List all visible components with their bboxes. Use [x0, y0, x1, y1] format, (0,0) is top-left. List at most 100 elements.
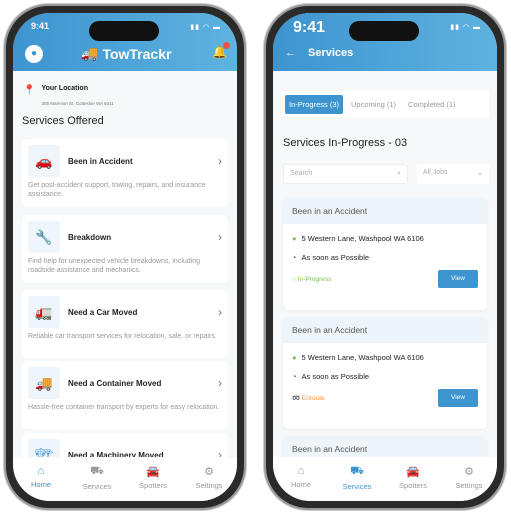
tow-truck-icon: 🚛 [28, 296, 60, 328]
service-desc: Hassle-free container transport by exper… [28, 404, 220, 411]
nav-label: Home [290, 480, 311, 489]
tow-truck-icon: ⛟ [90, 465, 104, 477]
phone-services: 9:41 ▮▮ ◠ ▬ ← Services In-Progress (3) Up… [264, 4, 506, 510]
service-card[interactable]: 🔧 Breakdown › Find help for unexpected vehi… [22, 215, 228, 283]
nav-home[interactable]: ⌂ Home [16, 465, 66, 501]
profile-avatar-icon[interactable]: ● [25, 45, 43, 63]
job-title: Been in an Accident [283, 317, 487, 343]
notification-bell-icon[interactable]: 🔔 [212, 42, 230, 59]
clock-icon: ◔ [292, 372, 297, 381]
nav-label: Spotters [139, 481, 167, 490]
status-tabs: In-Progress (3) Upcoming (1) Completed (… [281, 91, 489, 117]
location-pin-icon: ● [292, 353, 297, 362]
phone-home: 9:41 ▮▮ ◠ ▬ ● 🚚 TowTrackr 🔔 📍 Your Locati… [4, 4, 246, 510]
status-badge: ○ In-Progress [292, 276, 331, 283]
tab-completed[interactable]: Completed (1) [404, 95, 460, 114]
location-label: Your Location [41, 85, 88, 92]
status-badge: ➿ Enroute [292, 394, 325, 402]
service-title: Need a Car Moved [68, 307, 138, 317]
clock-icon: ◔ [292, 253, 297, 262]
car-icon: 🚘 [406, 466, 420, 478]
nav-spotters[interactable]: 🚘 Spotters [128, 465, 178, 501]
nav-services[interactable]: ⛟ Services [332, 465, 382, 501]
nav-label: Services [82, 482, 112, 491]
home-screen: 9:41 ▮▮ ◠ ▬ ● 🚚 TowTrackr 🔔 📍 Your Locati… [13, 13, 237, 501]
brand-name: TowTrackr [102, 45, 172, 62]
view-button[interactable]: View [438, 270, 478, 288]
job-card: Been in an Accident ● 5 Western Lane, Was… [283, 198, 487, 310]
job-time: As soon as Possible [301, 372, 370, 381]
car-crash-icon: 🚗 [28, 145, 60, 177]
gear-icon: ⚙ [204, 466, 214, 478]
dynamic-island [89, 21, 159, 41]
service-card[interactable]: 🚗 Been in Accident › Get post-accident supp… [22, 139, 228, 207]
section-title: Services Offered [22, 115, 104, 127]
app-header: 9:41 ▮▮ ◠ ▬ ← Services [273, 13, 497, 71]
chevron-down-icon: ⌄ [477, 170, 483, 177]
brand-logo: 🚚 TowTrackr [81, 45, 171, 62]
mechanic-icon: 🔧 [28, 221, 60, 253]
back-arrow-icon[interactable]: ← [285, 47, 296, 59]
home-icon: ⌂ [297, 465, 305, 477]
app-header: 9:41 ▮▮ ◠ ▬ ● 🚚 TowTrackr 🔔 [13, 13, 237, 71]
service-desc: Find help for unexpected vehicle breakdo… [28, 258, 200, 274]
in-progress-icon: ○ [292, 275, 296, 283]
status-text: In-Progress [297, 275, 332, 283]
page-title: Services [308, 47, 354, 59]
notification-badge [223, 42, 230, 49]
chevron-right-icon: › [218, 305, 222, 319]
search-input[interactable]: Search ⌕ [283, 164, 408, 184]
status-time: 9:41 [31, 21, 50, 31]
tow-truck-logo-icon: 🚚 [81, 45, 99, 61]
nav-settings[interactable]: ⚙ Settings [444, 465, 494, 501]
nav-label: Home [30, 480, 51, 489]
service-card[interactable]: 🚚 Need a Container Moved › Hassle-free cont… [22, 361, 228, 429]
home-icon: ⌂ [37, 465, 45, 477]
tab-in-progress[interactable]: In-Progress (3) [285, 94, 344, 114]
bottom-nav: ⌂ Home ⛟ Services 🚘 Spotters ⚙ Settings [13, 457, 237, 501]
job-card: Been in an Accident ● 5 Western Lane, Was… [283, 317, 487, 429]
nav-label: Spotters [399, 481, 427, 490]
location-selector[interactable]: 📍 Your Location 305 Marmion St, Cottesloe… [23, 85, 114, 110]
nav-services[interactable]: ⛟ Services [72, 465, 122, 501]
nav-label: Settings [455, 481, 483, 490]
status-icons: ▮▮ ◠ ▬ [450, 24, 481, 31]
filter-value: All Jobs [423, 169, 448, 176]
jobs-filter-dropdown[interactable]: All Jobs ⌄ [417, 164, 489, 184]
service-title: Need a Container Moved [68, 378, 162, 388]
search-placeholder: Search [290, 170, 313, 177]
chevron-right-icon: › [218, 230, 222, 244]
chevron-right-icon: › [218, 154, 222, 168]
service-card[interactable]: 🚛 Need a Car Moved › Reliable car transport… [22, 290, 228, 358]
bottom-nav: ⌂ Home ⛟ Services 🚘 Spotters ⚙ Settings [273, 457, 497, 501]
nav-label: Settings [195, 481, 223, 490]
service-title: Breakdown [68, 232, 112, 242]
job-address: 5 Western Lane, Washpool WA 6106 [301, 234, 424, 243]
service-desc: Reliable car transport services for relo… [28, 333, 217, 340]
car-icon: 🚘 [146, 466, 160, 478]
status-text: Enroute [301, 395, 325, 402]
services-screen: 9:41 ▮▮ ◠ ▬ ← Services In-Progress (3) Up… [273, 13, 497, 501]
location-pin-icon: ● [292, 234, 297, 243]
dynamic-island [349, 21, 419, 41]
tab-upcoming[interactable]: Upcoming (1) [347, 95, 400, 114]
view-button[interactable]: View [438, 389, 478, 407]
status-icons: ▮▮ ◠ ▬ [190, 24, 221, 31]
container-truck-icon: 🚚 [28, 367, 60, 399]
route-icon: ➿ [292, 395, 301, 402]
nav-settings[interactable]: ⚙ Settings [184, 465, 234, 501]
search-icon: ⌕ [397, 170, 401, 177]
status-time: 9:41 [293, 19, 326, 36]
service-title: Been in Accident [68, 156, 133, 166]
tow-truck-icon: ⛟ [350, 465, 364, 477]
location-address: 305 Marmion St, Cottesloe WA 6011 [41, 101, 114, 106]
nav-home[interactable]: ⌂ Home [276, 465, 326, 501]
nav-label: Services [342, 482, 372, 491]
job-address: 5 Western Lane, Washpool WA 6106 [301, 353, 424, 362]
section-heading: Services In-Progress - 03 [283, 137, 408, 149]
nav-spotters[interactable]: 🚘 Spotters [388, 465, 438, 501]
job-title: Been in an Accident [283, 198, 487, 224]
gear-icon: ⚙ [464, 466, 474, 478]
chevron-right-icon: › [218, 376, 222, 390]
job-time: As soon as Possible [301, 253, 370, 262]
